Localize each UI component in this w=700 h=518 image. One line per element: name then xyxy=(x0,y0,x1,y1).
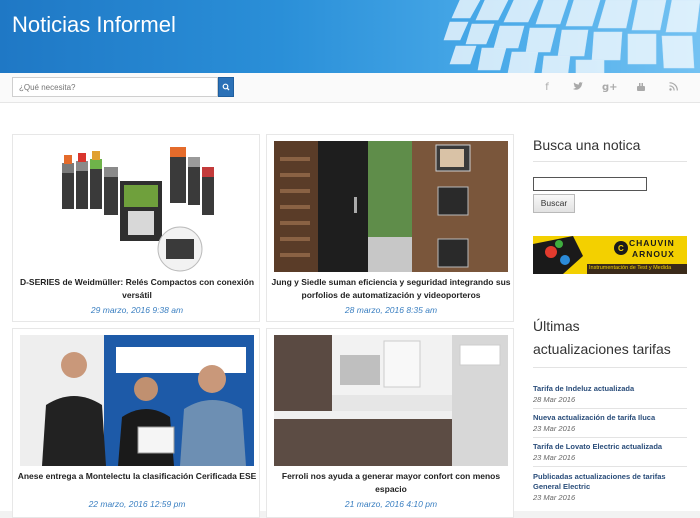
search-button[interactable] xyxy=(218,77,234,97)
update-title[interactable]: Nueva actualización de tarifa Iluca xyxy=(533,413,687,423)
article-image-kitchen[interactable] xyxy=(274,335,508,466)
twitter-icon[interactable] xyxy=(571,82,585,94)
divider xyxy=(533,408,687,409)
divider xyxy=(533,466,687,467)
sidebar-updates-heading-line2: actualizaciones tarifas xyxy=(533,341,671,357)
article-image-relays[interactable] xyxy=(20,141,254,272)
chauvin-arnoux-ad-banner[interactable]: C CHAUVIN ARNOUX Instrumentación de Test… xyxy=(533,236,687,274)
sidebar-search-button[interactable]: Buscar xyxy=(533,194,575,213)
site-header: Noticias Informel xyxy=(0,0,700,73)
update-title[interactable]: Tarifa de Lovato Electric actualizada xyxy=(533,442,687,452)
update-item[interactable]: Tarifa de Lovato Electric actualizada 23… xyxy=(533,442,687,463)
article-title[interactable]: Jung y Siedle suman eficiencia y segurid… xyxy=(271,276,511,302)
sidebar-search-input[interactable] xyxy=(533,177,647,191)
update-item[interactable]: Publicadas actualizaciones de tarifas Ge… xyxy=(533,472,687,503)
article-card[interactable]: Anese entrega a Montelectu la clasificac… xyxy=(12,328,260,518)
divider xyxy=(533,437,687,438)
update-date: 23 Mar 2016 xyxy=(533,424,576,433)
update-title[interactable]: Publicadas actualizaciones de tarifas Ge… xyxy=(533,472,687,492)
update-date: 28 Mar 2016 xyxy=(533,395,576,404)
search-input[interactable] xyxy=(12,77,218,97)
google-plus-icon[interactable]: g+ xyxy=(602,82,618,93)
article-card[interactable]: Jung y Siedle suman eficiencia y segurid… xyxy=(266,134,514,322)
sidebar-updates-heading-line1: Últimas xyxy=(533,318,580,334)
article-image-door[interactable] xyxy=(274,141,508,272)
ad-brand-line1: CHAUVIN xyxy=(629,238,675,248)
article-title[interactable]: Ferroli nos ayuda a generar mayor confor… xyxy=(271,470,511,496)
article-date: 28 marzo, 2016 8:35 am xyxy=(344,305,438,315)
article-date: 22 marzo, 2016 12:59 pm xyxy=(88,499,186,509)
update-item[interactable]: Tarifa de Indeluz actualizada 28 Mar 201… xyxy=(533,384,687,405)
article-image-award[interactable] xyxy=(20,335,254,466)
article-card[interactable]: D-SERIES de Weidmüller: Relés Compactos … xyxy=(12,134,260,322)
sidebar-search-heading: Busca una notica xyxy=(533,137,641,153)
update-date: 23 Mar 2016 xyxy=(533,453,576,462)
article-title[interactable]: D-SERIES de Weidmüller: Relés Compactos … xyxy=(17,276,257,302)
svg-text:C: C xyxy=(618,244,624,253)
article-card[interactable]: Ferroli nos ayuda a generar mayor confor… xyxy=(266,328,514,518)
divider xyxy=(533,161,687,162)
search-icon xyxy=(222,83,230,91)
ad-tagline: Instrumentación de Test y Medida xyxy=(589,265,672,271)
update-date: 23 Mar 2016 xyxy=(533,493,576,502)
facebook-icon[interactable]: f xyxy=(540,82,554,93)
article-date: 21 marzo, 2016 4:10 pm xyxy=(344,499,438,509)
top-toolbar: f g+ xyxy=(0,73,700,103)
divider xyxy=(533,367,687,368)
article-date: 29 marzo, 2016 9:38 am xyxy=(90,305,184,315)
rss-icon[interactable] xyxy=(666,82,680,94)
ad-brand-line2: ARNOUX xyxy=(632,249,675,259)
article-title[interactable]: Anese entrega a Montelectu la clasificac… xyxy=(17,470,257,483)
youtube-icon[interactable] xyxy=(634,82,648,95)
site-title[interactable]: Noticias Informel xyxy=(12,12,176,38)
header-glass-building-graphic xyxy=(443,0,700,73)
update-title[interactable]: Tarifa de Indeluz actualizada xyxy=(533,384,687,394)
update-item[interactable]: Nueva actualización de tarifa Iluca 23 M… xyxy=(533,413,687,434)
